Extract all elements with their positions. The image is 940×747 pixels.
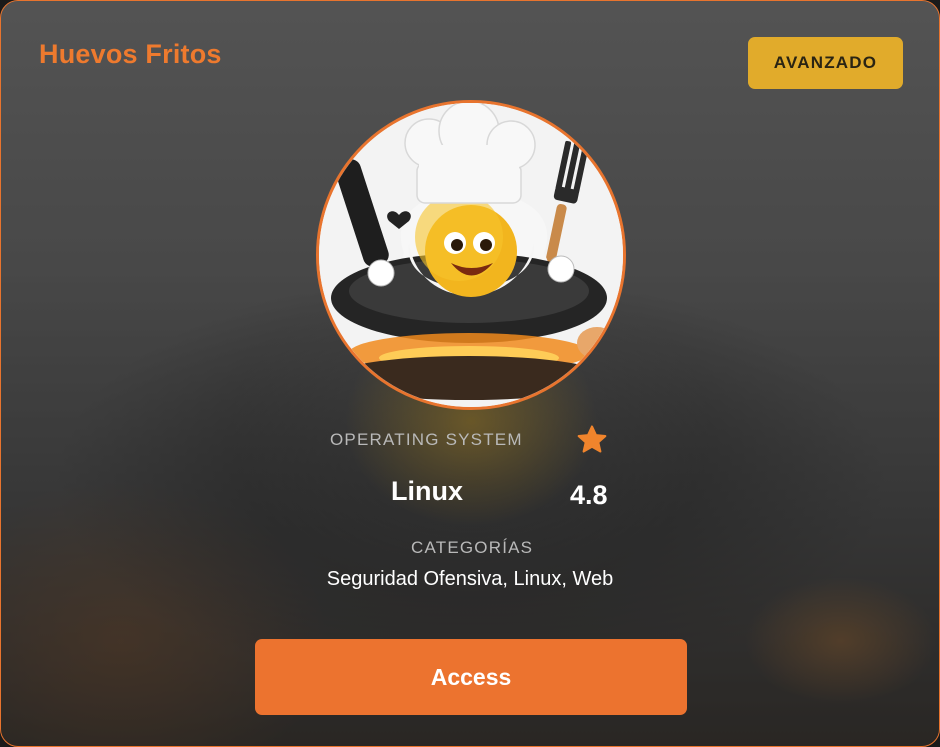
difficulty-badge[interactable]: AVANZADO [748, 37, 903, 89]
machine-card: Huevos Fritos AVANZADO OPERATING SYSTEM … [0, 0, 940, 747]
machine-avatar [316, 100, 626, 410]
star-icon [577, 425, 607, 453]
access-button[interactable]: Access [255, 639, 687, 715]
os-label: OPERATING SYSTEM [330, 430, 523, 449]
os-value: Linux [391, 476, 463, 506]
categories-value: Seguridad Ofensiva, Linux, Web [326, 568, 614, 590]
rating-value: 4.8 [570, 480, 608, 510]
machine-title: Huevos Fritos [39, 39, 222, 69]
categories-label: CATEGORÍAS [411, 538, 534, 557]
fried-egg-chef-icon [319, 103, 623, 407]
